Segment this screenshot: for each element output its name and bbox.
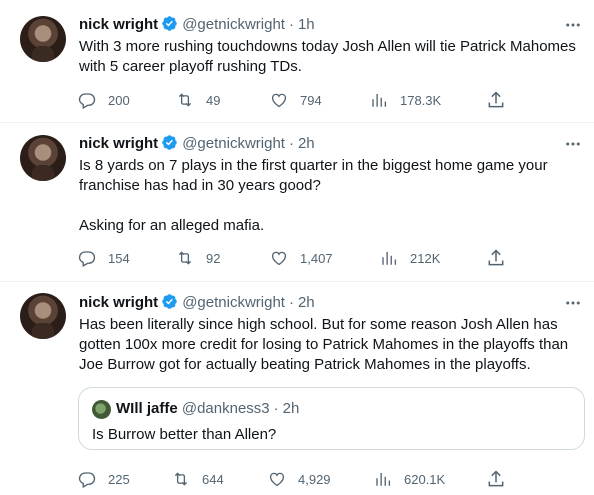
- share-icon[interactable]: [486, 469, 506, 489]
- retweet-count: 92: [206, 250, 221, 266]
- tweet[interactable]: nick wright @getnickwright · 2h Has been li…: [0, 282, 594, 495]
- views-icon: [376, 473, 391, 486]
- more-icon[interactable]: [564, 16, 582, 34]
- action-bar: 225 644 4,929 620.1K: [78, 469, 508, 489]
- tweet[interactable]: nick wright @getnickwright · 2h Is 8 yards …: [0, 123, 594, 282]
- more-icon[interactable]: [564, 135, 582, 153]
- timestamp[interactable]: 2h: [298, 135, 315, 152]
- tweet-header: nick wright @getnickwright · 2h: [79, 293, 315, 313]
- views-button[interactable]: 620.1K: [374, 469, 445, 489]
- avatar[interactable]: [20, 16, 66, 62]
- retweet-icon: [178, 251, 192, 265]
- author-name[interactable]: nick wright: [79, 135, 158, 152]
- verified-badge-icon: [162, 294, 177, 309]
- verified-badge-icon: [162, 16, 177, 31]
- separator-dot: ·: [288, 16, 294, 33]
- views-count: 620.1K: [404, 471, 446, 487]
- tweet-text: Is 8 yards on 7 plays in the first quart…: [79, 157, 548, 234]
- like-icon: [271, 93, 287, 108]
- views-icon: [382, 252, 397, 265]
- verified-badge-icon: [162, 135, 177, 150]
- views-count: 212K: [410, 250, 441, 266]
- reply-count: 200: [108, 92, 130, 108]
- separator-dot: ·: [288, 294, 294, 311]
- timestamp[interactable]: 1h: [298, 16, 315, 33]
- retweet-icon: [174, 472, 188, 486]
- share-icon[interactable]: [486, 90, 506, 110]
- like-count: 4,929: [298, 471, 331, 487]
- like-button[interactable]: 4,929: [268, 469, 331, 489]
- action-bar: 154 92 1,407 212K: [78, 248, 508, 268]
- like-button[interactable]: 794: [270, 90, 322, 110]
- tweet-header: nick wright @getnickwright · 2h: [79, 134, 315, 154]
- reply-count: 225: [108, 471, 130, 487]
- views-button[interactable]: 212K: [380, 248, 440, 268]
- retweet-icon: [178, 93, 192, 107]
- more-icon[interactable]: [564, 294, 582, 312]
- like-icon: [269, 472, 285, 487]
- views-button[interactable]: 178.3K: [370, 90, 441, 110]
- views-icon: [372, 94, 387, 107]
- reply-icon: [78, 251, 96, 267]
- author-name[interactable]: nick wright: [79, 294, 158, 311]
- reply-icon: [78, 93, 96, 109]
- avatar[interactable]: [20, 293, 66, 339]
- timestamp[interactable]: 2h: [298, 294, 315, 311]
- author-handle[interactable]: @getnickwright: [182, 294, 285, 311]
- quoted-header: WIll jaffe @dankness3 · 2h: [116, 399, 299, 419]
- share-icon[interactable]: [486, 248, 506, 268]
- tweet-text: Has been literally since high school. Bu…: [79, 316, 569, 373]
- reply-button[interactable]: 225: [78, 469, 130, 489]
- like-count: 1,407: [300, 250, 333, 266]
- like-count: 794: [300, 92, 322, 108]
- separator-dot: ·: [288, 135, 294, 152]
- retweet-count: 644: [202, 471, 224, 487]
- reply-button[interactable]: 200: [78, 90, 130, 110]
- like-icon: [271, 251, 287, 266]
- retweet-button[interactable]: 49: [176, 90, 220, 110]
- action-bar: 200 49 794 178.3K: [78, 90, 508, 110]
- quoted-tweet-text: Is Burrow better than Allen?: [92, 426, 277, 443]
- author-handle[interactable]: @getnickwright: [182, 16, 285, 33]
- separator-dot: ·: [273, 400, 279, 417]
- author-name[interactable]: nick wright: [79, 16, 158, 33]
- retweet-button[interactable]: 92: [176, 248, 220, 268]
- reply-icon: [78, 472, 96, 488]
- retweet-count: 49: [206, 92, 221, 108]
- author-handle[interactable]: @getnickwright: [182, 135, 285, 152]
- avatar[interactable]: [20, 135, 66, 181]
- tweet-header: nick wright @getnickwright · 1h: [79, 15, 315, 35]
- quoted-author-name: WIll jaffe: [116, 400, 178, 417]
- like-button[interactable]: 1,407: [270, 248, 333, 268]
- tweet-text: With 3 more rushing touchdowns today Jos…: [79, 38, 576, 75]
- quoted-tweet[interactable]: WIll jaffe @dankness3 · 2h Is Burrow bette…: [78, 387, 585, 450]
- tweet[interactable]: nick wright @getnickwright · 1h With 3 more…: [0, 0, 594, 123]
- views-count: 178.3K: [400, 92, 442, 108]
- quoted-timestamp: 2h: [282, 400, 300, 417]
- retweet-button[interactable]: 644: [172, 469, 224, 489]
- reply-button[interactable]: 154: [78, 248, 130, 268]
- quoted-avatar[interactable]: [92, 400, 111, 419]
- reply-count: 154: [108, 250, 130, 266]
- quoted-author-handle: @dankness3: [181, 400, 270, 417]
